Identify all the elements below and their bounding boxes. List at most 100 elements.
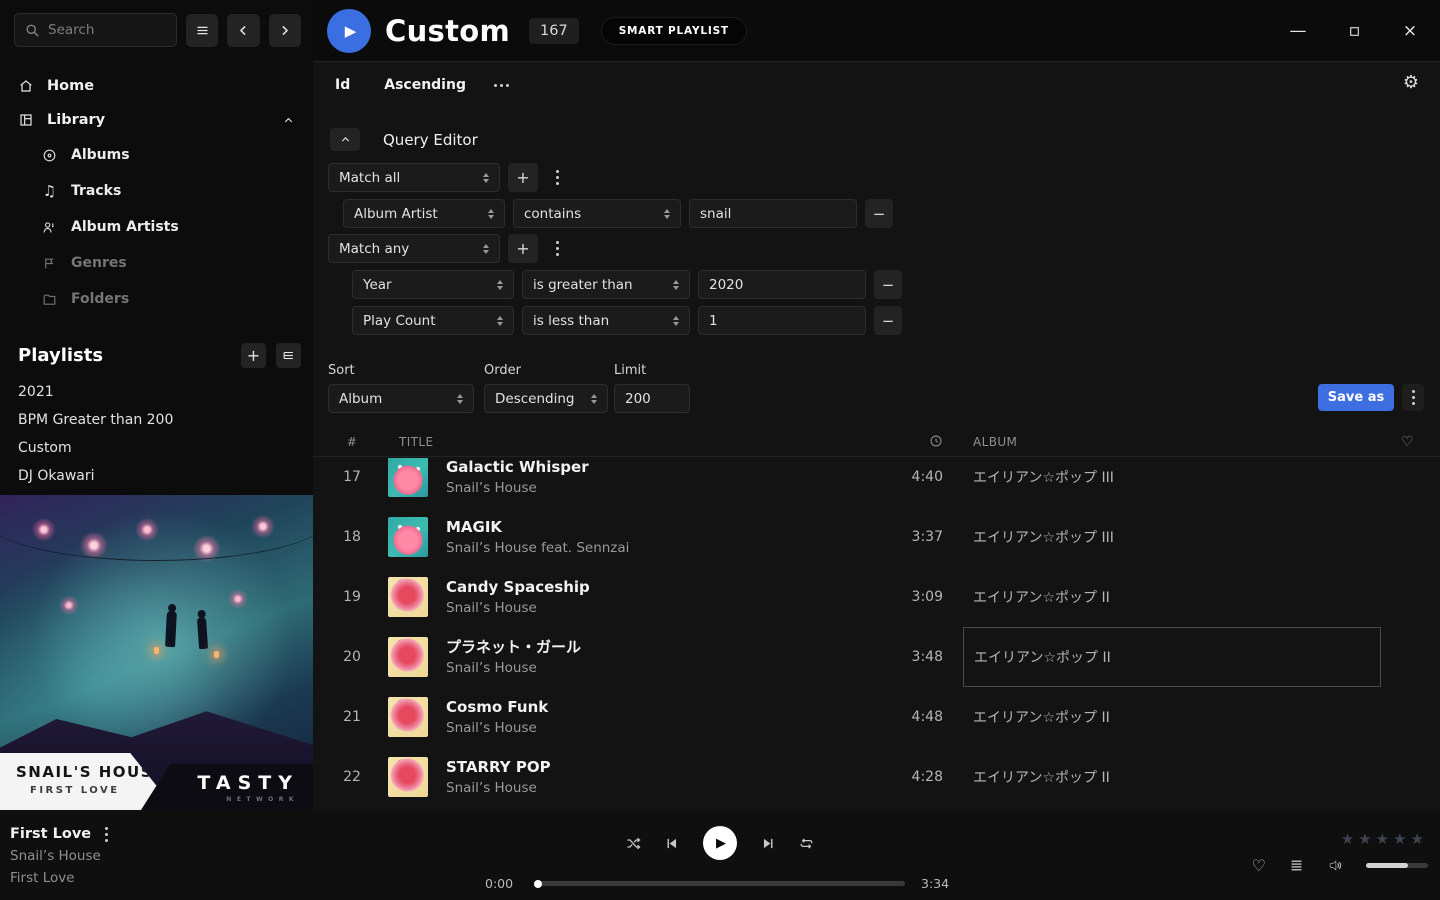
remove-rule-button[interactable]: − (874, 270, 902, 299)
search-input[interactable] (48, 22, 166, 38)
sidebar-item-albums[interactable]: Albums (0, 137, 313, 173)
order-label: Order (484, 363, 521, 378)
star-icon[interactable]: ★ (1376, 830, 1390, 848)
next-button[interactable] (759, 835, 776, 852)
star-icon[interactable]: ★ (1411, 830, 1425, 848)
track-album[interactable]: エイリアン☆ポップ III (963, 458, 1373, 507)
play-playlist-button[interactable]: ▶ (327, 9, 371, 53)
chevron-up-icon (282, 114, 295, 127)
header-index[interactable]: # (347, 435, 357, 449)
queue-button[interactable] (1288, 857, 1305, 874)
sort-field-button[interactable]: Id (335, 77, 350, 93)
now-playing-album: First Love (10, 870, 108, 886)
order-select[interactable]: Descending (484, 384, 608, 413)
track-row[interactable]: 18 MAGIKSnail’s House feat. Sennzai 3:37… (313, 507, 1440, 567)
query-editor-collapse-button[interactable] (330, 128, 360, 151)
header-title[interactable]: TITLE (399, 435, 853, 449)
rule-field-select[interactable]: Album Artist (343, 199, 505, 228)
add-playlist-button[interactable]: + (241, 343, 266, 368)
track-album[interactable]: エイリアン☆ポップ III (963, 507, 1373, 567)
track-number: 22 (343, 769, 361, 785)
sidebar-item-folders[interactable]: Folders (0, 281, 313, 317)
add-rule-button-group2[interactable]: + (508, 234, 538, 263)
remove-rule-button[interactable]: − (874, 306, 902, 335)
toolbar-more-button[interactable] (500, 84, 503, 87)
track-row[interactable]: 19 Candy SpaceshipSnail’s House 3:09 エイリ… (313, 567, 1440, 627)
play-pause-button[interactable]: ▶ (703, 826, 737, 860)
now-playing-menu-button[interactable] (105, 833, 108, 836)
match-type-select-group1[interactable]: Match all (328, 163, 500, 192)
shuffle-button[interactable] (625, 835, 642, 852)
limit-input[interactable] (614, 384, 690, 413)
playlist-view-button[interactable] (276, 343, 301, 368)
maximize-button[interactable] (1338, 15, 1370, 47)
sidebar-item-genres[interactable]: Genres (0, 245, 313, 281)
sidebar-item-home[interactable]: Home (0, 69, 313, 103)
volume-button[interactable] (1327, 857, 1344, 874)
track-album[interactable]: エイリアン☆ポップ II (963, 567, 1373, 627)
save-as-button[interactable]: Save as (1318, 384, 1394, 411)
sort-value: Album (339, 391, 382, 407)
match-type-select-group2[interactable]: Match any (328, 234, 500, 263)
playlist-item-dj-okawari[interactable]: DJ Okawari (0, 462, 313, 490)
track-album-focused-cell[interactable]: エイリアン☆ポップ II (963, 627, 1381, 687)
rule-value-input[interactable] (698, 270, 866, 299)
rule-operator-select[interactable]: is less than (522, 306, 690, 335)
playlist-item-2021[interactable]: 2021 (0, 378, 313, 406)
track-artwork (388, 697, 428, 737)
remove-rule-button[interactable]: − (865, 199, 893, 228)
track-title: Cosmo Funk (446, 698, 853, 717)
volume-slider[interactable] (1366, 863, 1428, 868)
sidebar-item-library[interactable]: Library (0, 103, 313, 137)
repeat-button[interactable] (798, 835, 815, 852)
rating-stars[interactable]: ★ ★ ★ ★ ★ (1341, 830, 1425, 848)
favorite-button[interactable]: ♡ (1252, 856, 1266, 875)
track-row[interactable]: 21 Cosmo FunkSnail’s House 4:48 エイリアン☆ポッ… (313, 687, 1440, 747)
nav-forward-button[interactable] (269, 14, 301, 47)
minimize-icon: — (1290, 21, 1307, 41)
playlist-item-custom[interactable]: Custom (0, 434, 313, 462)
header-album[interactable]: ALBUM (973, 435, 1373, 449)
home-label: Home (47, 78, 94, 94)
playlist-item-bpm[interactable]: BPM Greater than 200 (0, 406, 313, 434)
header-duration[interactable] (929, 434, 943, 451)
rule-field-select[interactable]: Year (352, 270, 514, 299)
star-icon[interactable]: ★ (1393, 830, 1407, 848)
plus-icon: + (516, 239, 529, 258)
track-album[interactable]: エイリアン☆ポップ II (963, 687, 1373, 747)
previous-button[interactable] (664, 835, 681, 852)
sidebar-item-tracks[interactable]: ♫ Tracks (0, 173, 313, 209)
close-button[interactable]: × (1394, 15, 1426, 47)
track-row[interactable]: 22 STARRY POPSnail’s House 4:28 エイリアン☆ポッ… (313, 747, 1440, 807)
track-row[interactable]: 17 Galactic WhisperSnail’s House 4:40 エイ… (313, 458, 1440, 507)
progress-section: 0:00 3:34 (485, 876, 955, 891)
rule-operator-select[interactable]: is greater than (522, 270, 690, 299)
header-favorite[interactable]: ♡ (1401, 434, 1440, 450)
track-album[interactable]: エイリアン☆ポップ II (963, 747, 1373, 807)
star-icon[interactable]: ★ (1358, 830, 1372, 848)
sort-select[interactable]: Album (328, 384, 474, 413)
group1-menu-button[interactable] (546, 163, 568, 192)
close-icon: × (1403, 21, 1417, 41)
save-menu-button[interactable] (1402, 384, 1424, 411)
track-list: 17 Galactic WhisperSnail’s House 4:40 エイ… (313, 458, 1440, 810)
group2-menu-button[interactable] (546, 234, 568, 263)
menu-button[interactable] (186, 14, 218, 47)
rule-operator-select[interactable]: contains (513, 199, 681, 228)
rule-value-input[interactable] (698, 306, 866, 335)
seek-slider[interactable] (535, 881, 905, 886)
sort-direction-button[interactable]: Ascending (384, 77, 466, 93)
star-icon[interactable]: ★ (1341, 830, 1355, 848)
nav-back-button[interactable] (227, 14, 259, 47)
add-rule-button-group1[interactable]: + (508, 163, 538, 192)
seek-thumb[interactable] (534, 880, 542, 888)
sidebar-item-album-artists[interactable]: Album Artists (0, 209, 313, 245)
genres-label: Genres (71, 255, 127, 271)
list-icon (282, 349, 295, 362)
track-row[interactable]: 20 プラネット・ガールSnail’s House 3:48 エイリアン☆ポップ… (313, 627, 1440, 687)
rule-value-input[interactable] (689, 199, 857, 228)
art-brand-text: TASTY (197, 772, 299, 794)
rule-field-select[interactable]: Play Count (352, 306, 514, 335)
minimize-button[interactable]: — (1282, 15, 1314, 47)
settings-gear-icon[interactable]: ⚙ (1403, 72, 1419, 93)
